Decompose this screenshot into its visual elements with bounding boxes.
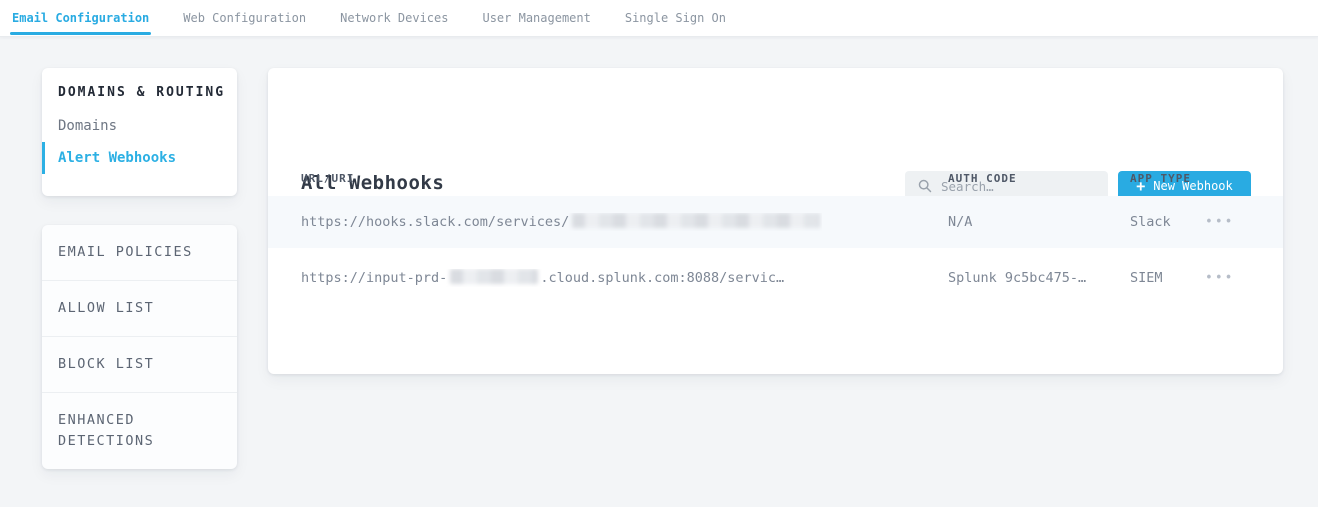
domains-routing-card: DOMAINS & ROUTING Domains Alert Webhooks xyxy=(42,68,237,196)
tab-user-management[interactable]: User Management xyxy=(480,0,592,36)
sidebar-item-domains[interactable]: Domains xyxy=(42,110,237,142)
auth-code: Splunk 9c5bc475-… xyxy=(948,270,1086,286)
auth-code: N/A xyxy=(948,214,972,230)
sidebar-section-enhanced-detections[interactable]: ENHANCED DETECTIONS xyxy=(42,392,237,469)
row-actions-menu-icon[interactable]: ••• xyxy=(1205,272,1234,285)
domains-routing-title: DOMAINS & ROUTING xyxy=(58,85,221,100)
tab-single-sign-on[interactable]: Single Sign On xyxy=(623,0,728,36)
tab-email-configuration[interactable]: Email Configuration xyxy=(10,0,151,36)
redacted-url-segment xyxy=(450,269,538,284)
table-row[interactable]: https://hooks.slack.com/services/ N/A Sl… xyxy=(268,196,1283,248)
sidebar-section-email-policies[interactable]: EMAIL POLICIES xyxy=(42,225,237,280)
column-header-app-type: APP TYPE xyxy=(1130,172,1191,185)
top-nav: Email Configuration Web Configuration Ne… xyxy=(0,0,1318,37)
tab-network-devices[interactable]: Network Devices xyxy=(338,0,450,36)
sidebar-item-alert-webhooks[interactable]: Alert Webhooks xyxy=(42,142,237,174)
sidebar-section-list: EMAIL POLICIES ALLOW LIST BLOCK LIST ENH… xyxy=(42,225,237,469)
column-header-auth-code: AUTH CODE xyxy=(948,172,1017,185)
table-header: URL/URI AUTH CODE APP TYPE xyxy=(268,168,1283,196)
all-webhooks-panel: All Webhooks + New Webhook URL/URI AUTH … xyxy=(268,68,1283,374)
webhook-url: https://hooks.slack.com/services/ xyxy=(301,213,822,231)
webhook-url: https://input-prd-.cloud.splunk.com:8088… xyxy=(301,269,784,287)
app-type: Slack xyxy=(1130,214,1171,230)
redacted-url-segment xyxy=(572,213,820,228)
tab-web-configuration[interactable]: Web Configuration xyxy=(181,0,308,36)
sidebar-section-allow-list[interactable]: ALLOW LIST xyxy=(42,280,237,336)
table-row[interactable]: https://input-prd-.cloud.splunk.com:8088… xyxy=(268,248,1283,308)
column-header-url: URL/URI xyxy=(301,172,354,185)
sidebar-section-block-list[interactable]: BLOCK LIST xyxy=(42,336,237,392)
row-actions-menu-icon[interactable]: ••• xyxy=(1205,216,1234,229)
app-type: SIEM xyxy=(1130,270,1163,286)
